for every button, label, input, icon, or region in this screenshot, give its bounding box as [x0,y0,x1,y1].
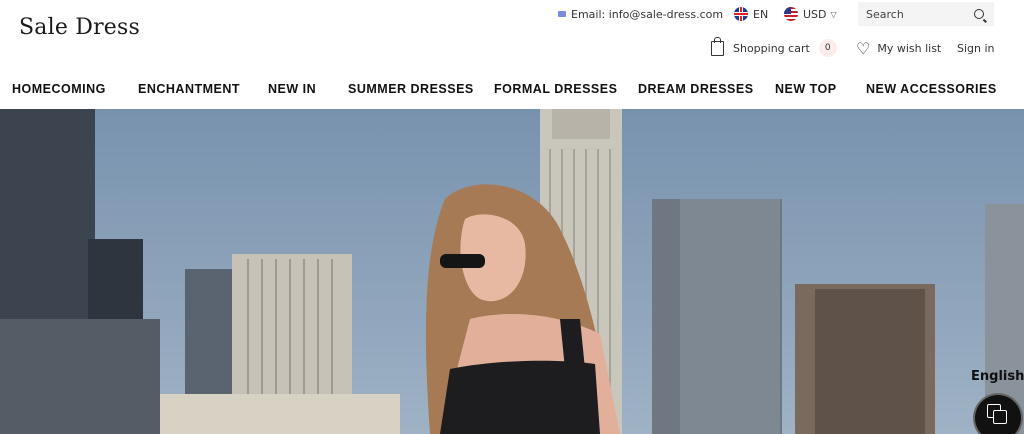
nav-item-formal-dresses[interactable]: FORMAL DRESSES [494,82,617,96]
language-selector[interactable]: EN [734,4,768,24]
search-icon[interactable] [974,9,984,19]
dress [440,360,600,434]
translate-button[interactable] [975,395,1021,434]
contact-email[interactable]: Email: info@sale-dress.com [558,4,723,24]
cart-count-badge: 0 [818,39,837,57]
hero-banner[interactable] [0,109,1024,434]
site-header: Sale Dress Email: info@sale-dress.com EN… [0,0,1024,72]
heart-icon: ♡ [856,38,871,58]
hero-image [0,109,1024,434]
cart-label: Shopping cart [733,41,810,55]
translate-icon-overlay [993,410,1007,424]
sunglasses [440,254,485,268]
nav-item-new-top[interactable]: NEW TOP [775,82,837,96]
uk-flag-icon [734,7,748,21]
chevron-down-icon: ▽ [830,9,837,19]
us-flag-icon [784,7,798,21]
language-label: EN [753,7,769,21]
signin-link[interactable]: Sign in [957,37,995,59]
signin-label: Sign in [957,41,995,55]
nav-item-new-accessories[interactable]: NEW ACCESSORIES [866,82,997,96]
shopping-cart-link[interactable]: Shopping cart 0 [711,36,837,59]
wishlist-label: My wish list [877,41,942,55]
nav-item-homecoming[interactable]: HOMECOMING [12,82,106,96]
translate-language-label[interactable]: English [971,369,1024,384]
email-label: Email: info@sale-dress.com [571,7,724,21]
nav-item-dream-dresses[interactable]: DREAM DRESSES [638,82,754,96]
shopping-bag-icon [711,36,724,56]
building-foreground [160,394,400,434]
nav-item-enchantment[interactable]: ENCHANTMENT [138,82,240,96]
email-icon [558,11,566,17]
main-navigation: HOMECOMING ENCHANTMENT NEW IN SUMMER DRE… [0,78,1024,102]
wishlist-link[interactable]: ♡ My wish list [856,37,941,59]
currency-selector[interactable]: USD ▽ [784,4,837,24]
currency-label: USD [803,7,827,21]
nav-item-new-in[interactable]: NEW IN [268,82,316,96]
site-logo[interactable]: Sale Dress [19,15,140,40]
nav-item-summer-dresses[interactable]: SUMMER DRESSES [348,82,474,96]
search-input[interactable]: Search [866,8,904,21]
building-low-left [0,319,160,434]
search-box[interactable]: Search [858,2,994,26]
